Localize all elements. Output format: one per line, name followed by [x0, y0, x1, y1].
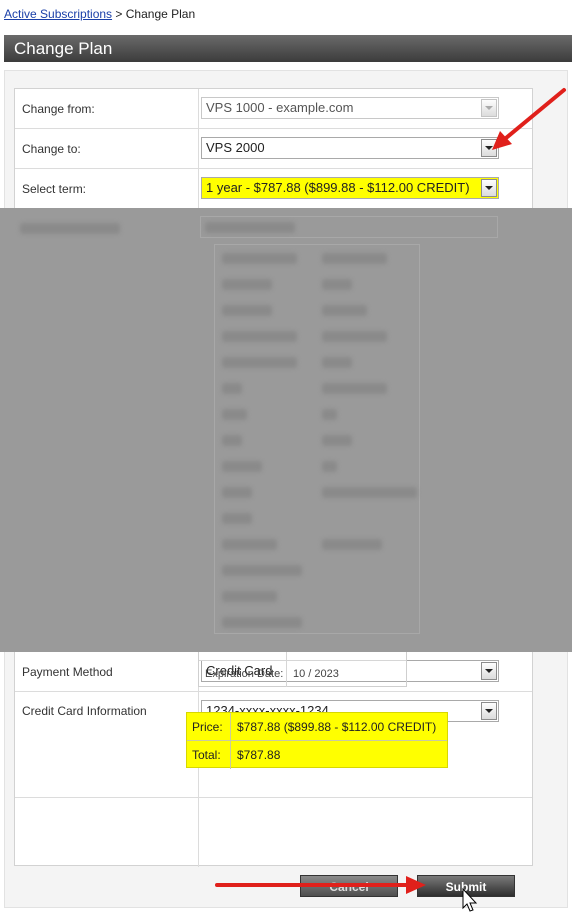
select-term-value: 1 year - $787.88 ($899.88 - $112.00 CRED…	[206, 180, 470, 195]
breadcrumb-current: Change Plan	[125, 7, 196, 21]
row-change-from: Change from: VPS 1000 - example.com	[15, 89, 532, 129]
credit-card-label: Credit Card Information	[22, 704, 147, 718]
dropdown-arrow-icon[interactable]	[481, 179, 497, 197]
price-label: Price:	[192, 720, 223, 734]
dropdown-arrow-icon[interactable]	[481, 139, 497, 157]
change-to-value: VPS 2000	[206, 140, 265, 155]
payment-method-label: Payment Method	[22, 665, 113, 679]
dropdown-arrow-icon[interactable]	[481, 702, 497, 720]
dropdown-arrow-icon[interactable]	[481, 662, 497, 680]
total-row: Total: $787.88	[187, 741, 447, 769]
card-expiration-row: Expiration Date: 10 / 2023	[199, 661, 406, 687]
select-term-label: Select term:	[22, 182, 87, 196]
row-change-to: Change to: VPS 2000	[15, 129, 532, 169]
total-value: $787.88	[237, 748, 281, 762]
breadcrumb: Active Subscriptions > Change Plan	[4, 7, 195, 21]
row-select-term: Select term: 1 year - $787.88 ($899.88 -…	[15, 169, 532, 209]
change-from-select: VPS 1000 - example.com	[201, 97, 499, 119]
price-value: $787.88 ($899.88 - $112.00 CREDIT)	[237, 720, 437, 734]
total-label: Total:	[192, 748, 221, 762]
select-term-select[interactable]: 1 year - $787.88 ($899.88 - $112.00 CRED…	[201, 177, 499, 199]
price-summary: Price: $787.88 ($899.88 - $112.00 CREDIT…	[186, 712, 448, 769]
price-row: Price: $787.88 ($899.88 - $112.00 CREDIT…	[187, 713, 447, 741]
page-title: Change Plan	[4, 35, 572, 62]
change-from-value: VPS 1000 - example.com	[206, 100, 354, 115]
card-expiration-label: Expiration Date:	[205, 668, 284, 680]
row-pricing	[15, 798, 532, 867]
cancel-button[interactable]: Cancel	[300, 875, 398, 897]
dropdown-arrow-icon	[481, 99, 497, 117]
breadcrumb-link-active-subscriptions[interactable]: Active Subscriptions	[4, 7, 112, 21]
card-expiration-value: 10 / 2023	[293, 668, 339, 680]
submit-button[interactable]: Submit	[417, 875, 515, 897]
change-to-label: Change to:	[22, 142, 81, 156]
redacted-billing-section	[0, 208, 572, 652]
change-to-select[interactable]: VPS 2000	[201, 137, 499, 159]
change-from-label: Change from:	[22, 102, 95, 116]
breadcrumb-separator: >	[115, 7, 123, 21]
